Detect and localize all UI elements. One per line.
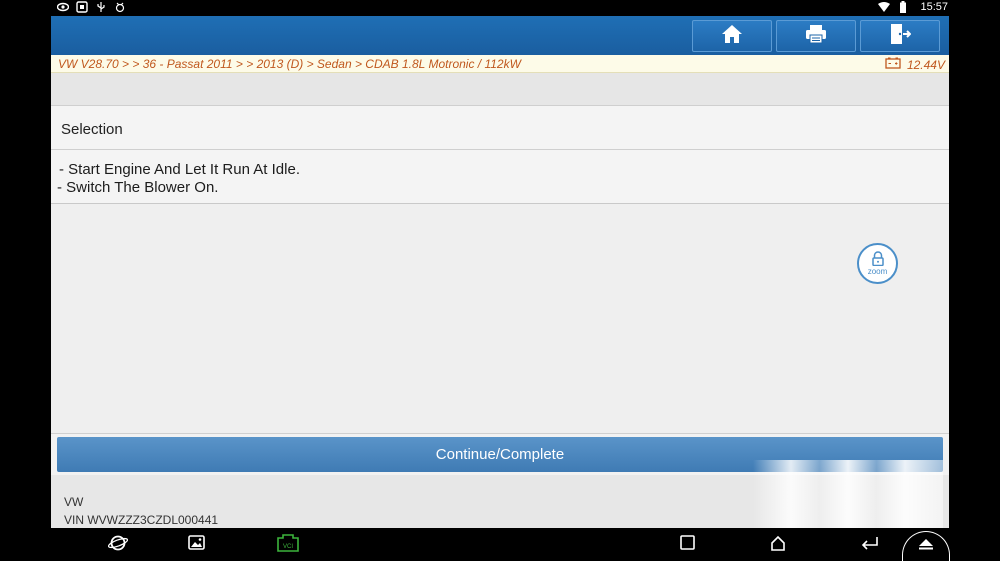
spacer-bar xyxy=(51,73,949,106)
toolbar xyxy=(51,16,949,55)
browser-button[interactable] xyxy=(107,534,129,557)
back-icon xyxy=(861,535,879,556)
debug-icon xyxy=(114,1,126,13)
vehicle-vin: VIN WVWZZZ3CZDL000441 xyxy=(64,513,219,527)
recents-button[interactable] xyxy=(677,535,697,555)
up-arrow-icon xyxy=(918,537,934,556)
instruction-line-2: - Switch The Blower On. xyxy=(57,179,219,196)
browser-icon xyxy=(107,534,129,557)
section-title: Selection xyxy=(61,121,123,138)
vehicle-make: VW xyxy=(64,495,84,509)
voltage-value: 12.44V xyxy=(906,57,945,72)
section-header: Selection xyxy=(51,106,949,150)
breadcrumb-bar: VW V28.70 > > 36 - Passat 2011 > > 2013 … xyxy=(51,55,949,73)
printer-icon xyxy=(805,24,827,49)
back-button[interactable] xyxy=(860,536,880,554)
screen-glare xyxy=(753,460,943,528)
wifi-icon xyxy=(878,1,891,13)
vci-icon: VCI xyxy=(275,533,301,557)
recents-icon xyxy=(679,535,695,555)
status-bar: 15:57 xyxy=(0,0,1000,16)
exit-icon xyxy=(889,23,912,50)
home-nav-button[interactable] xyxy=(768,535,788,556)
eye-icon xyxy=(56,1,70,13)
battery-icon xyxy=(899,1,911,13)
exit-button[interactable] xyxy=(860,20,940,52)
gallery-button[interactable] xyxy=(186,535,206,555)
home-nav-icon xyxy=(770,535,786,556)
clock: 15:57 xyxy=(920,1,948,13)
lock-icon xyxy=(871,251,885,268)
quick-access-button[interactable] xyxy=(902,531,950,561)
zoom-button[interactable]: zoom xyxy=(857,243,898,284)
vci-button[interactable]: VCI xyxy=(275,533,301,557)
home-button[interactable] xyxy=(692,20,772,52)
screen-record-icon xyxy=(76,1,88,13)
car-battery-icon xyxy=(885,57,901,72)
gallery-icon xyxy=(187,535,205,555)
instructions-panel: - Start Engine And Let It Run At Idle. -… xyxy=(51,150,949,204)
app-window: VW V28.70 > > 36 - Passat 2011 > > 2013 … xyxy=(51,16,949,528)
home-icon xyxy=(721,24,743,49)
content-area xyxy=(51,204,949,434)
vci-label: VCI xyxy=(283,544,293,550)
usb-icon xyxy=(95,1,107,13)
battery-voltage: 12.44V xyxy=(885,57,945,72)
android-nav-bar: VCI xyxy=(0,528,1000,561)
instruction-line-1: - Start Engine And Let It Run At Idle. xyxy=(59,161,300,178)
print-button[interactable] xyxy=(776,20,856,52)
zoom-label: zoom xyxy=(867,267,888,276)
breadcrumb: VW V28.70 > > 36 - Passat 2011 > > 2013 … xyxy=(58,57,521,71)
